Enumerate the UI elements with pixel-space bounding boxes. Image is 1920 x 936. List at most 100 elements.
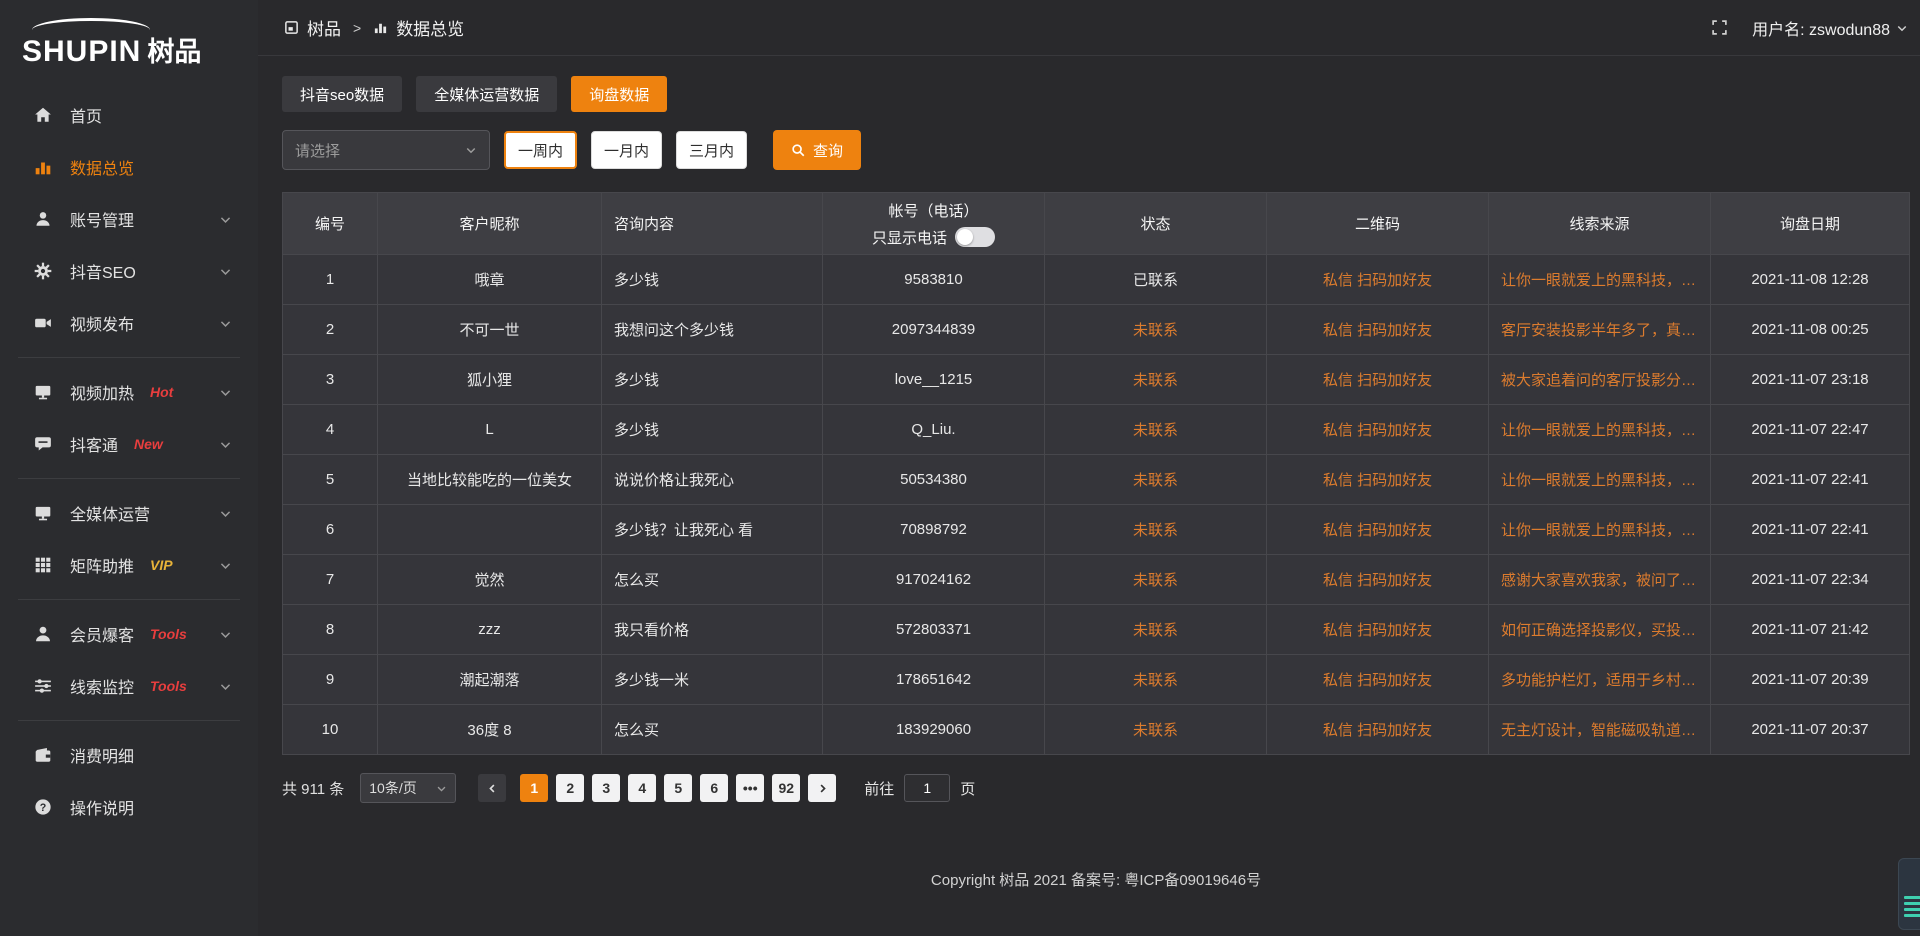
sidebar-divider (18, 357, 240, 358)
tab-inquiry-data[interactable]: 询盘数据 (571, 76, 667, 112)
cell-qrcode-link[interactable]: 私信 扫码加好友 (1267, 605, 1489, 655)
cell-status: 未联系 (1045, 305, 1267, 355)
phone-only-label: 只显示电话 (872, 227, 947, 248)
sidebar-item[interactable]: 账号管理 (0, 193, 258, 245)
screen-icon (34, 504, 52, 522)
cell-source-link[interactable]: 让你一眼就爱上的黑科技，能... (1489, 505, 1711, 555)
tab-omnimedia-data[interactable]: 全媒体运营数据 (416, 76, 557, 112)
cell-source-link[interactable]: 多功能护栏灯，适用于乡村文... (1489, 655, 1711, 705)
cell-qrcode-link[interactable]: 私信 扫码加好友 (1267, 355, 1489, 405)
cell-qrcode-link[interactable]: 私信 扫码加好友 (1267, 705, 1489, 755)
cell-status: 未联系 (1045, 355, 1267, 405)
breadcrumb-item-root[interactable]: 树品 (307, 15, 341, 40)
sidebar-item-badge: Tools (150, 678, 187, 694)
select-placeholder: 请选择 (295, 140, 340, 161)
cell-qrcode-link[interactable]: 私信 扫码加好友 (1267, 555, 1489, 605)
cell-date: 2021-11-07 22:34 (1711, 555, 1910, 605)
period-button-week[interactable]: 一周内 (504, 131, 577, 169)
table-row: 5当地比较能吃的一位美女说说价格让我死心50534380未联系私信 扫码加好友让… (283, 455, 1910, 505)
cell-source-link[interactable]: 感谢大家喜欢我家，被问了好... (1489, 555, 1711, 605)
goto-page-input[interactable] (904, 774, 950, 802)
cell-nickname: 当地比较能吃的一位美女 (378, 455, 602, 505)
phone-only-toggle[interactable] (955, 227, 995, 247)
sidebar-item[interactable]: 消费明细 (0, 729, 258, 781)
breadcrumb-item-current: 数据总览 (396, 15, 464, 40)
page-size-select[interactable]: 10条/页 (360, 773, 456, 803)
cell-status: 未联系 (1045, 605, 1267, 655)
next-page-button[interactable] (808, 774, 836, 802)
cell-content: 多少钱 (602, 255, 823, 305)
sidebar-item[interactable]: 视频发布 (0, 297, 258, 349)
sidebar-item[interactable]: 首页 (0, 89, 258, 141)
tab-douyin-seo-data[interactable]: 抖音seo数据 (282, 76, 402, 112)
floating-helper-widget[interactable] (1898, 858, 1920, 930)
page-number-button[interactable]: 5 (664, 774, 692, 802)
page-number-button[interactable]: 1 (520, 774, 548, 802)
sidebar: SHUPIN 树品 首页数据总览账号管理抖音SEO视频发布视频加热Hot抖客通N… (0, 0, 258, 936)
sidebar-item[interactable]: 线索监控Tools (0, 660, 258, 712)
sidebar-menu: 首页数据总览账号管理抖音SEO 视频发布视频加热Hot抖客通New 全媒体运营矩阵助… (0, 89, 258, 833)
cell-qrcode-link[interactable]: 私信 扫码加好友 (1267, 405, 1489, 455)
sidebar-item[interactable]: 矩阵助推VIP (0, 539, 258, 591)
sidebar-item-label: 首页 (70, 103, 102, 127)
sidebar-item[interactable]: 抖音SEO (0, 245, 258, 297)
cell-qrcode-link[interactable]: 私信 扫码加好友 (1267, 505, 1489, 555)
header-source: 线索来源 (1489, 193, 1711, 255)
table-row: 8zzz我只看价格572803371未联系私信 扫码加好友如何正确选择投影仪，买… (283, 605, 1910, 655)
gear-icon (34, 262, 52, 280)
cell-source-link[interactable]: 无主灯设计，智能磁吸轨道灯... (1489, 705, 1711, 755)
member-icon (34, 625, 52, 643)
user-menu[interactable]: 用户名: zswodun88 (1752, 16, 1908, 40)
search-button[interactable]: 查询 (773, 130, 861, 170)
cell-no: 1 (283, 255, 378, 305)
period-button-quarter[interactable]: 三月内 (676, 131, 747, 169)
sidebar-item[interactable]: 抖客通New (0, 418, 258, 470)
prev-page-button[interactable] (478, 774, 506, 802)
cell-date: 2021-11-07 22:41 (1711, 455, 1910, 505)
cell-no: 8 (283, 605, 378, 655)
cell-no: 3 (283, 355, 378, 405)
sidebar-item[interactable]: ?操作说明 (0, 781, 258, 833)
cell-qrcode-link[interactable]: 私信 扫码加好友 (1267, 455, 1489, 505)
breadcrumb-separator: > (353, 20, 361, 36)
chevron-down-icon (1896, 22, 1908, 34)
cell-source-link[interactable]: 客厅安装投影半年多了，真实... (1489, 305, 1711, 355)
cell-content: 多少钱一米 (602, 655, 823, 705)
cell-source-link[interactable]: 如何正确选择投影仪，买投影... (1489, 605, 1711, 655)
page-number-button[interactable]: 3 (592, 774, 620, 802)
fullscreen-icon[interactable] (1711, 19, 1728, 36)
cell-status: 未联系 (1045, 655, 1267, 705)
sidebar-item[interactable]: 会员爆客Tools (0, 608, 258, 660)
sidebar-item-label: 操作说明 (70, 795, 134, 819)
cell-qrcode-link[interactable]: 私信 扫码加好友 (1267, 305, 1489, 355)
cell-nickname: 觉然 (378, 555, 602, 605)
chevron-down-icon (219, 386, 232, 399)
page-number-button[interactable]: 4 (628, 774, 656, 802)
cell-qrcode-link[interactable]: 私信 扫码加好友 (1267, 255, 1489, 305)
cell-source-link[interactable]: 让你一眼就爱上的黑科技，能... (1489, 255, 1711, 305)
cell-nickname: zzz (378, 605, 602, 655)
sidebar-item[interactable]: 全媒体运营 (0, 487, 258, 539)
account-select[interactable]: 请选择 (282, 130, 490, 170)
cell-account: Q_Liu. (823, 405, 1045, 455)
footer: Copyright 树品 2021 备案号: 粤ICP备09019646号 (258, 869, 1920, 936)
page-number-button[interactable]: 6 (700, 774, 728, 802)
sidebar-item[interactable]: 数据总览 (0, 141, 258, 193)
sidebar-divider (18, 478, 240, 479)
cell-source-link[interactable]: 让你一眼就爱上的黑科技，能... (1489, 405, 1711, 455)
period-button-month[interactable]: 一月内 (591, 131, 662, 169)
sidebar-item-label: 抖音SEO (70, 259, 136, 283)
cell-qrcode-link[interactable]: 私信 扫码加好友 (1267, 655, 1489, 705)
page-ellipsis-button[interactable]: ••• (736, 774, 764, 802)
cell-source-link[interactable]: 被大家追着问的客厅投影分享... (1489, 355, 1711, 405)
cell-source-link[interactable]: 让你一眼就爱上的黑科技，能... (1489, 455, 1711, 505)
sidebar-item-label: 消费明细 (70, 743, 134, 767)
inquiry-table: 编号 客户昵称 咨询内容 帐号（电话） 只显示电话 状态 二维码 线索来源 询盘… (282, 192, 1910, 755)
cell-content: 多少钱 (602, 355, 823, 405)
cell-account: 917024162 (823, 555, 1045, 605)
page-number-button[interactable]: 2 (556, 774, 584, 802)
sidebar-item[interactable]: 视频加热Hot (0, 366, 258, 418)
page-number-button[interactable]: 92 (772, 774, 800, 802)
cell-no: 10 (283, 705, 378, 755)
cell-date: 2021-11-07 20:39 (1711, 655, 1910, 705)
